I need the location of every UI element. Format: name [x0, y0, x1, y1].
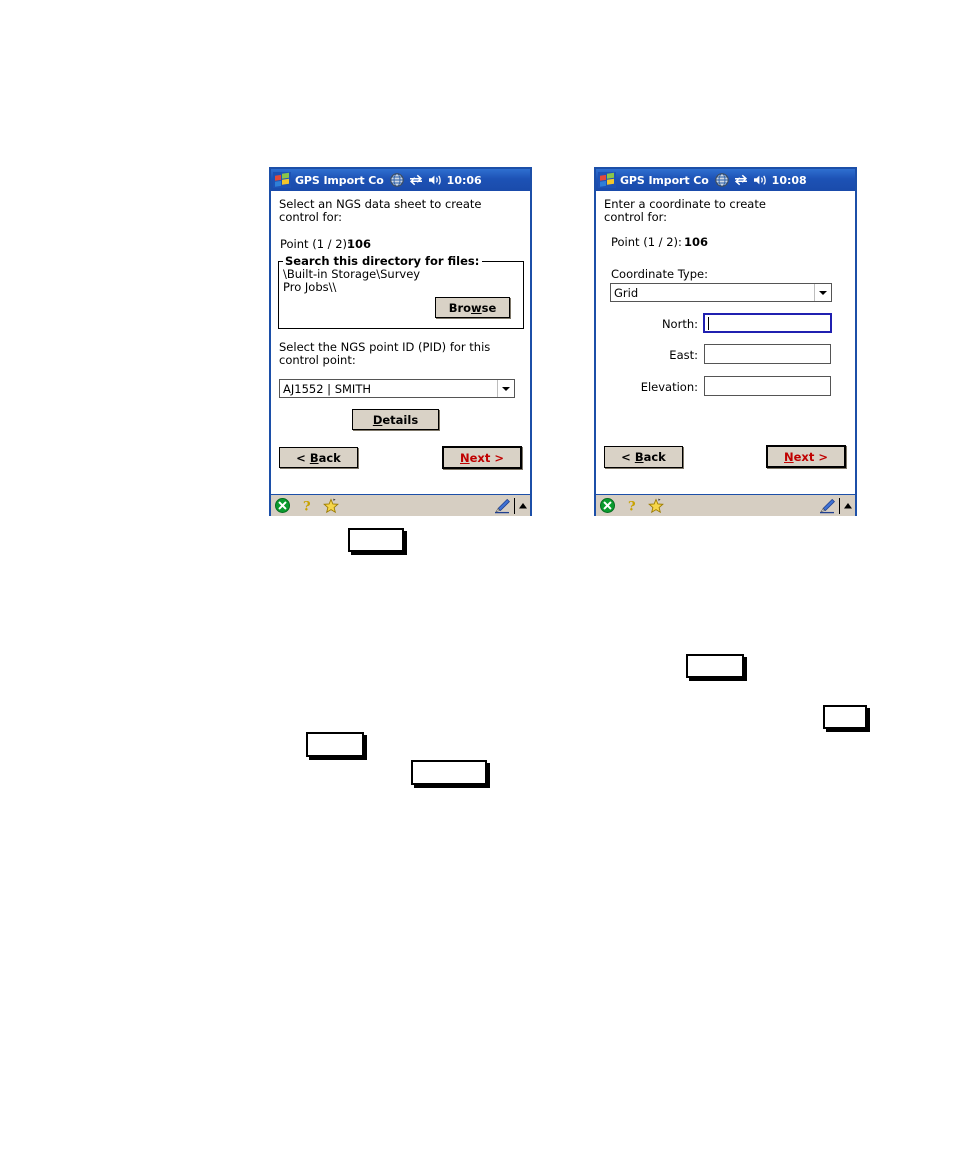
- placeholder-box-5: [411, 760, 487, 785]
- windows-flag-icon[interactable]: [273, 172, 291, 188]
- globe-icon[interactable]: [389, 173, 404, 187]
- point-label: Point (1 / 2):: [280, 237, 351, 251]
- point-value: 106: [684, 235, 709, 249]
- windows-flag-icon[interactable]: [598, 172, 616, 188]
- volume-icon[interactable]: [428, 173, 442, 187]
- help-icon[interactable]: ?: [300, 498, 313, 514]
- chevron-down-icon[interactable]: [497, 380, 514, 397]
- stylus-pen-icon[interactable]: [818, 498, 836, 514]
- help-icon[interactable]: ?: [625, 498, 638, 514]
- taskbar: ?: [596, 494, 855, 516]
- close-icon[interactable]: [600, 498, 615, 513]
- svg-text:?: ?: [303, 500, 311, 514]
- east-label: East:: [669, 348, 698, 362]
- titlebar-clock: 10:06: [446, 173, 482, 187]
- coordinate-type-value: Grid: [614, 285, 639, 300]
- chevron-down-icon[interactable]: [814, 284, 831, 301]
- back-button-label: < Back: [296, 450, 341, 465]
- titlebar-status-icons: [389, 173, 442, 187]
- point-label: Point (1 / 2):: [611, 235, 682, 249]
- titlebar: GPS Import Co: [271, 169, 530, 191]
- browse-button-label: Browse: [448, 300, 497, 315]
- input-panel-arrow-icon[interactable]: [843, 501, 853, 511]
- directory-path-text: \Built-in Storage\Survey Pro Jobs\\: [283, 267, 421, 294]
- favorites-star-icon[interactable]: [648, 498, 665, 513]
- next-button[interactable]: Next >: [442, 446, 522, 469]
- pda-window-enter-coordinate: GPS Import Co 10:08 Enter a coordinate t…: [594, 167, 857, 516]
- back-button[interactable]: < Back: [604, 446, 683, 468]
- search-directory-legend: Search this directory for files:: [283, 254, 483, 268]
- client-area: Enter a coordinate to create control for…: [596, 191, 855, 494]
- window-title: GPS Import Co: [295, 173, 384, 187]
- next-button-label: Next >: [460, 450, 504, 465]
- input-panel-arrow-icon[interactable]: [518, 501, 528, 511]
- pid-prompt: Select the NGS point ID (PID) for this c…: [279, 340, 491, 367]
- browse-button[interactable]: Browse: [435, 297, 510, 318]
- north-input[interactable]: [703, 313, 832, 333]
- window-title: GPS Import Co: [620, 173, 709, 187]
- volume-icon[interactable]: [753, 173, 767, 187]
- next-button-label: Next >: [784, 449, 828, 464]
- north-label: North:: [661, 317, 698, 331]
- divider: [514, 497, 515, 514]
- svg-text:?: ?: [628, 500, 636, 514]
- coordinate-type-combobox[interactable]: Grid: [610, 283, 832, 302]
- placeholder-box-2: [686, 654, 744, 678]
- favorites-star-icon[interactable]: [323, 498, 340, 513]
- titlebar-status-icons: [714, 173, 767, 187]
- pid-combobox[interactable]: AJ1552 | SMITH: [279, 379, 515, 398]
- screen-prompt: Select an NGS data sheet to create contr…: [279, 197, 482, 224]
- client-area: Select an NGS data sheet to create contr…: [271, 191, 530, 494]
- details-button[interactable]: Details: [352, 409, 439, 430]
- titlebar: GPS Import Co: [596, 169, 855, 191]
- pda-window-ngs-data-sheet: GPS Import Co 10:06 Select an NGS data s…: [269, 167, 532, 516]
- screen-prompt: Enter a coordinate to create control for…: [604, 197, 766, 224]
- back-button-label: < Back: [621, 450, 666, 464]
- placeholder-box-4: [306, 732, 364, 757]
- divider: [839, 497, 840, 514]
- back-button[interactable]: < Back: [279, 447, 358, 468]
- connectivity-icon[interactable]: [409, 173, 423, 187]
- taskbar: ?: [271, 494, 530, 516]
- next-button[interactable]: Next >: [766, 445, 846, 468]
- placeholder-box-1: [348, 528, 404, 552]
- placeholder-box-3: [823, 705, 867, 729]
- connectivity-icon[interactable]: [734, 173, 748, 187]
- details-button-label: Details: [372, 412, 419, 427]
- text-caret: [708, 316, 709, 330]
- titlebar-clock: 10:08: [771, 173, 807, 187]
- east-input[interactable]: [704, 344, 831, 364]
- stylus-pen-icon[interactable]: [493, 498, 511, 514]
- globe-icon[interactable]: [714, 173, 729, 187]
- close-icon[interactable]: [275, 498, 290, 513]
- pid-combobox-value: AJ1552 | SMITH: [283, 381, 371, 396]
- elevation-input[interactable]: [704, 376, 831, 396]
- point-value: 106: [347, 237, 372, 251]
- coordinate-type-label: Coordinate Type:: [611, 267, 708, 281]
- elevation-label: Elevation:: [640, 380, 698, 394]
